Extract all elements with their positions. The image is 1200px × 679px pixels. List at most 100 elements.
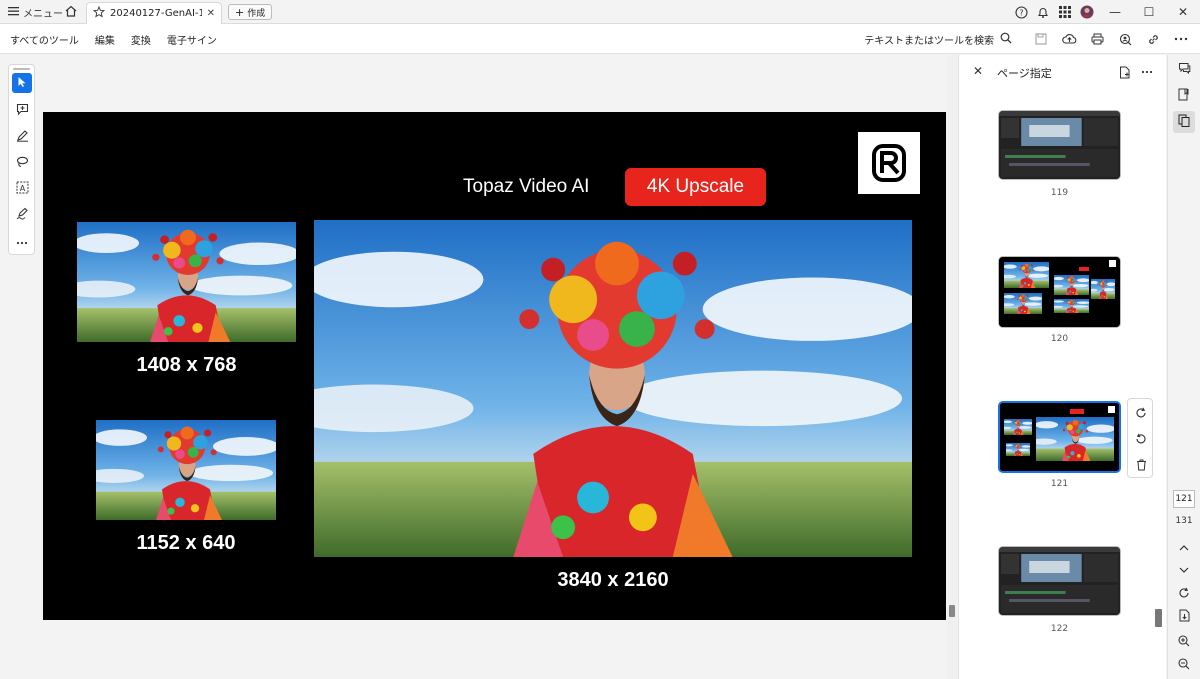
menu-item-convert[interactable]: 変換	[131, 32, 151, 47]
star-icon[interactable]	[92, 5, 106, 21]
insert-page-icon[interactable]	[1117, 64, 1133, 80]
resolution-label-small-bottom: 1152 x 640	[136, 532, 236, 554]
svg-text:?: ?	[1019, 8, 1023, 17]
app-menu-button[interactable]: メニュー	[8, 4, 63, 20]
minimize-button[interactable]: —	[1098, 0, 1132, 24]
rotate-clockwise-icon[interactable]	[1132, 404, 1150, 422]
apps-grid-icon[interactable]	[1054, 0, 1076, 24]
bell-icon[interactable]	[1032, 0, 1054, 24]
refresh-icon	[1178, 587, 1190, 602]
chevron-down-icon	[1179, 563, 1189, 576]
page-save-button[interactable]	[1173, 606, 1195, 628]
text-box-tool-button[interactable]: A	[12, 179, 32, 199]
pen-icon	[16, 129, 29, 145]
link-icon[interactable]	[1144, 30, 1162, 48]
tab-title: 20240127-GenAI-10...	[110, 8, 202, 19]
maximize-button[interactable]: ☐	[1132, 0, 1166, 24]
more-horizontal-icon	[16, 235, 28, 248]
quick-tools-palette: A	[8, 64, 35, 255]
new-tab-button[interactable]: + 作成	[228, 4, 273, 20]
sign-pen-icon	[16, 207, 29, 223]
right-rail: 121 131	[1167, 55, 1200, 679]
select-tool-button[interactable]	[12, 73, 32, 93]
bookmarks-panel-button[interactable]	[1173, 85, 1195, 107]
cloud-upload-icon[interactable]	[1060, 30, 1078, 48]
pdf-page-slide: Topaz Video AI 4K Upscale 1408 x 768 115…	[43, 112, 946, 620]
add-comment-tool-button[interactable]	[12, 101, 32, 121]
pages-icon	[1178, 114, 1190, 130]
resolution-label-small-top: 1408 x 768	[136, 354, 237, 376]
page-thumbnail-121[interactable]	[998, 401, 1121, 473]
document-tab[interactable]: 20240127-GenAI-10... ✕	[86, 2, 222, 24]
portrait-image-small-top	[77, 222, 296, 342]
menubar-right: テキストまたはツールを検索	[864, 24, 1190, 54]
resolution-label-large: 3840 x 2160	[557, 569, 669, 591]
more-tools-button[interactable]	[12, 231, 32, 251]
document-download-icon	[1179, 609, 1190, 625]
portrait-image-small-bottom	[96, 420, 276, 520]
page-number-121: 121	[1050, 479, 1069, 489]
new-tab-label: 作成	[247, 8, 266, 19]
total-pages: 131	[1175, 516, 1193, 526]
pane-close-icon[interactable]: ✕	[973, 64, 983, 78]
highlight-tool-button[interactable]	[12, 127, 32, 147]
zoom-in-icon	[1178, 634, 1190, 650]
page-action-toolbar	[1127, 398, 1153, 478]
maximize-icon: ☐	[1143, 5, 1155, 19]
document-scrollbar-thumb[interactable]	[949, 605, 955, 617]
pane-scrollbar-thumb[interactable]	[1155, 609, 1162, 627]
zoom-out-button[interactable]	[1173, 654, 1195, 676]
pane-title: ページ指定	[997, 67, 1052, 80]
text-box-icon: A	[16, 181, 29, 197]
document-scrollbar[interactable]	[947, 55, 957, 679]
menu-item-edit[interactable]: 編集	[95, 32, 115, 47]
more-menu-icon[interactable]	[1172, 30, 1190, 48]
menu-bar: すべてのツール 編集 変換 電子サイン テキストまたはツールを検索	[0, 24, 1200, 54]
current-page-input[interactable]: 121	[1173, 490, 1195, 508]
cursor-arrow-icon	[17, 76, 27, 91]
draw-tool-button[interactable]	[12, 153, 32, 173]
chevron-up-icon	[1179, 541, 1189, 554]
page-thumbnail-122[interactable]	[998, 546, 1121, 616]
tool-search-button[interactable]: テキストまたはツールを検索	[864, 32, 1012, 47]
pane-header: ✕ ページ指定	[959, 55, 1167, 89]
previous-page-button[interactable]	[1173, 536, 1195, 558]
home-icon[interactable]	[64, 4, 80, 20]
save-icon[interactable]	[1032, 30, 1050, 48]
tab-close-icon[interactable]: ✕	[207, 8, 215, 19]
fill-sign-tool-button[interactable]	[12, 205, 32, 225]
svg-text:A: A	[19, 184, 25, 193]
close-icon: ✕	[1177, 5, 1189, 19]
pane-more-icon[interactable]	[1139, 64, 1155, 80]
search-icon	[1000, 32, 1012, 47]
refresh-button[interactable]	[1173, 583, 1195, 605]
rotate-counterclockwise-icon[interactable]	[1132, 430, 1150, 448]
menu-item-esign[interactable]: 電子サイン	[167, 32, 217, 47]
comments-panel-button[interactable]	[1173, 59, 1195, 81]
share-search-icon[interactable]	[1116, 30, 1134, 48]
bookmark-icon	[1178, 88, 1190, 104]
pages-panel-button[interactable]	[1173, 111, 1195, 133]
titlebar-right: ? — ☐ ✕	[1010, 0, 1200, 24]
menu-items: すべてのツール 編集 変換 電子サイン	[10, 24, 217, 54]
next-page-button[interactable]	[1173, 558, 1195, 580]
close-window-button[interactable]: ✕	[1166, 0, 1200, 24]
title-bar: メニュー 20240127-GenAI-10... ✕ + 作成 ? — ☐	[0, 0, 1200, 24]
hamburger-icon	[8, 6, 19, 19]
palette-grip[interactable]	[13, 68, 30, 70]
zoom-in-button[interactable]	[1173, 631, 1195, 653]
print-icon[interactable]	[1088, 30, 1106, 48]
portrait-image-large	[314, 220, 912, 557]
trash-icon[interactable]	[1132, 456, 1150, 474]
page-number-120: 120	[1050, 334, 1069, 344]
upscale-badge: 4K Upscale	[625, 168, 766, 206]
plus-icon: +	[235, 5, 245, 19]
comment-add-icon	[16, 103, 29, 119]
help-icon[interactable]: ?	[1010, 0, 1032, 24]
page-thumbnail-120[interactable]	[998, 256, 1121, 328]
menu-item-all-tools[interactable]: すべてのツール	[10, 32, 79, 47]
avatar[interactable]	[1076, 0, 1098, 24]
page-thumbnail-119[interactable]	[998, 110, 1121, 180]
page-number-122: 122	[1050, 624, 1069, 634]
comments-icon	[1178, 62, 1191, 78]
